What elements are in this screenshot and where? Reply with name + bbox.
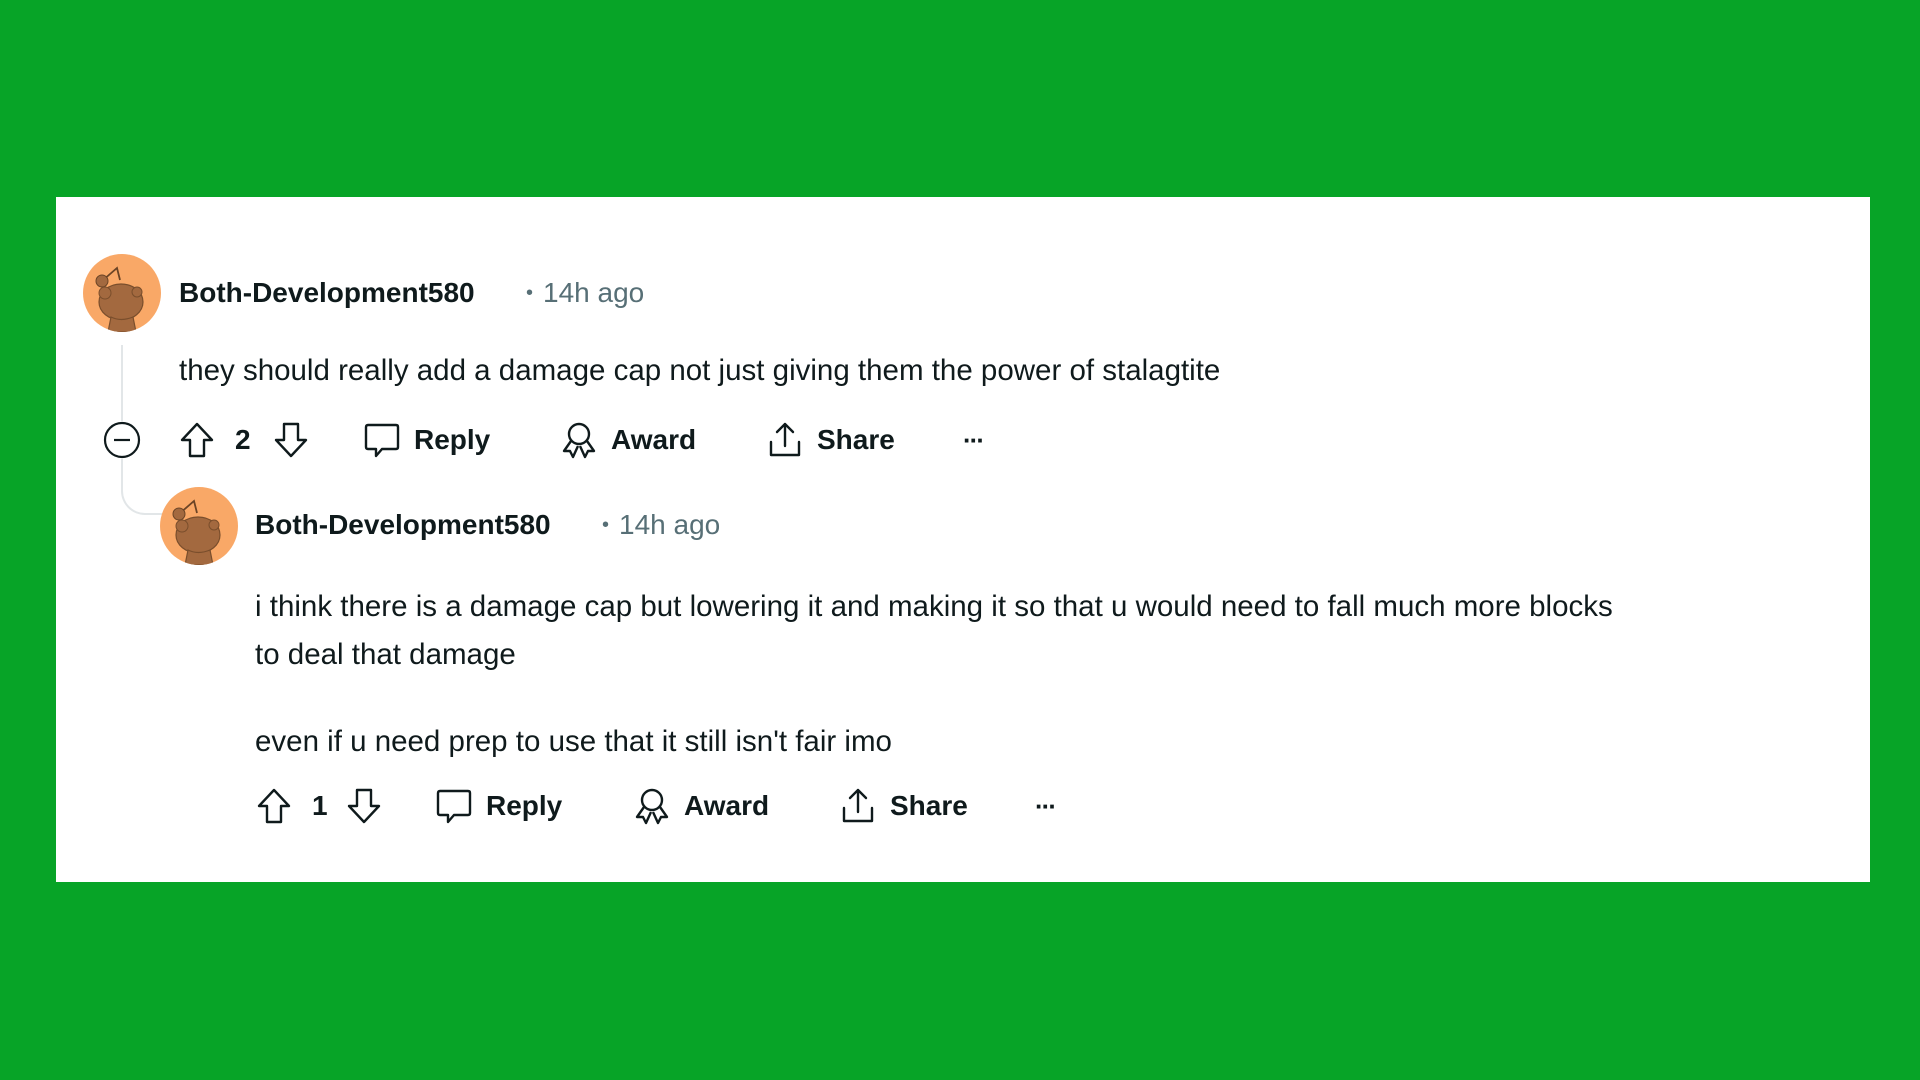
meta-separator: • [602, 514, 610, 536]
vote-count: 1 [312, 790, 328, 821]
reply-label: Reply [486, 790, 563, 821]
thread-line[interactable] [121, 345, 123, 421]
more-dots-icon: ··· [963, 424, 985, 455]
collapse-minus-icon [103, 421, 141, 459]
comment-thread-card: Both-Development580 • 14h ago they should… [56, 197, 1870, 882]
comment-1-timestamp[interactable]: 14h ago [543, 277, 644, 308]
comment-bubble-icon [434, 786, 474, 826]
comment-2-avatar[interactable] [160, 487, 238, 565]
downvote-button[interactable] [344, 784, 384, 828]
share-label: Share [890, 790, 968, 821]
comment-1-body: they should really add a damage cap not … [179, 354, 1221, 387]
more-dots-icon: ··· [1035, 790, 1057, 821]
upvote-button[interactable] [254, 784, 294, 828]
reply-button[interactable]: Reply [434, 784, 562, 828]
comment-2-author[interactable]: Both-Development580 [255, 508, 551, 542]
upvote-button[interactable] [177, 418, 217, 462]
comment-bubble-icon [362, 420, 402, 460]
comment-2-body-line-1: i think there is a damage cap but loweri… [255, 590, 1613, 623]
comment-2-body-line-3: even if u need prep to use that it still… [255, 725, 892, 758]
share-button[interactable]: Share [838, 784, 968, 828]
award-button[interactable]: Award [632, 784, 769, 828]
award-label: Award [684, 790, 770, 821]
downvote-arrow-icon [271, 420, 311, 460]
meta-separator: • [526, 282, 534, 304]
downvote-arrow-icon [344, 786, 384, 826]
award-label: Award [611, 424, 697, 455]
upvote-arrow-icon [177, 420, 217, 460]
upvote-arrow-icon [254, 786, 294, 826]
snoo-avatar-icon [83, 254, 161, 332]
award-button[interactable]: Award [559, 418, 696, 462]
comment-1-meta: • 14h ago [526, 276, 644, 310]
reply-button[interactable]: Reply [362, 418, 490, 462]
downvote-button[interactable] [271, 418, 311, 462]
comment-2-body-line-2: to deal that damage [255, 638, 516, 671]
more-options-button[interactable]: ··· [1035, 784, 1057, 828]
share-label: Share [817, 424, 895, 455]
comment-1-avatar[interactable] [83, 254, 161, 332]
award-ribbon-icon [632, 786, 672, 826]
share-upload-icon [838, 786, 878, 826]
comment-1-author[interactable]: Both-Development580 [179, 276, 475, 310]
reply-label: Reply [414, 424, 491, 455]
share-button[interactable]: Share [765, 418, 895, 462]
collapse-thread-button[interactable] [103, 421, 141, 459]
comment-2-timestamp[interactable]: 14h ago [619, 509, 720, 540]
snoo-avatar-icon [160, 487, 238, 565]
award-ribbon-icon [559, 420, 599, 460]
share-upload-icon [765, 420, 805, 460]
vote-count: 2 [235, 424, 251, 455]
more-options-button[interactable]: ··· [963, 418, 985, 462]
thread-connector[interactable] [121, 459, 163, 515]
comment-2-meta: • 14h ago [602, 508, 720, 542]
